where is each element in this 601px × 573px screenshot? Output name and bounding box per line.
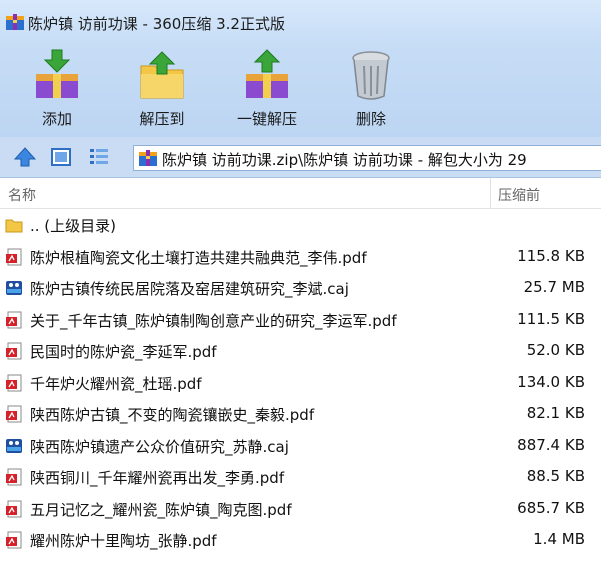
- list-view-icon[interactable]: [88, 146, 110, 168]
- file-name: 陕西陈炉镇遗产公众价值研究_苏静.caj: [30, 437, 289, 456]
- file-size: 25.7 MB: [523, 278, 585, 296]
- pdf-file-icon: [6, 500, 22, 517]
- file-size: 115.8 KB: [517, 246, 585, 265]
- extract-to-button-label: 解压到: [139, 110, 185, 128]
- delete-button[interactable]: 删除: [326, 48, 416, 134]
- path-text: 陈炉镇 访前功课.zip\陈炉镇 访前功课 - 解包大小为 29: [162, 151, 527, 169]
- file-size: 52.0 KB: [526, 341, 585, 359]
- file-name: 陕西铜川_千年耀州瓷再出发_李勇.pdf: [30, 469, 285, 487]
- pdf-file-icon: [6, 468, 22, 486]
- column-divider[interactable]: [490, 178, 491, 208]
- file-name: 陈炉古镇传统民居院落及窑居建筑研究_李斌.caj: [30, 280, 349, 298]
- extract-to-button[interactable]: 解压到: [117, 48, 207, 134]
- file-name: 陈炉根植陶瓷文化土壤打造共建共融典范_李伟.pdf: [30, 248, 367, 267]
- delete-button-label: 删除: [355, 110, 386, 128]
- thumbnail-view-icon[interactable]: [50, 146, 72, 168]
- file-row[interactable]: 民国时的陈炉瓷_李延军.pdf 52.0 KB: [0, 335, 601, 367]
- file-row[interactable]: 五月记忆之_耀州瓷_陈炉镇_陶克图.pdf 685.7 KB: [0, 493, 601, 525]
- window-title: 陈炉镇 访前功课 - 360压缩 3.2正式版: [28, 15, 285, 33]
- archive-app-icon: [6, 14, 24, 30]
- file-row[interactable]: 千年炉火耀州瓷_杜瑶.pdf 134.0 KB: [0, 367, 601, 399]
- file-size: 134.0 KB: [517, 372, 585, 391]
- one-click-extract-button-label: 一键解压: [236, 110, 297, 128]
- pdf-file-icon: [6, 374, 22, 391]
- add-button[interactable]: 添加: [12, 48, 102, 134]
- file-list: .. (上级目录) 陈炉根植陶瓷文化土壤打造共建共融典范_李伟.pdf 115.…: [0, 209, 601, 556]
- column-header: 名称 压缩前: [0, 178, 601, 209]
- file-size: 1.4 MB: [533, 530, 585, 548]
- up-arrow-icon[interactable]: [14, 146, 36, 168]
- file-name: 关于_千年古镇_陈炉镇制陶创意产业的研究_李运军.pdf: [30, 311, 397, 330]
- trash-bin-icon: [352, 51, 390, 100]
- title-bar: 陈炉镇 访前功课 - 360压缩 3.2正式版: [0, 0, 601, 44]
- file-name: 耀州陈炉十里陶坊_张静.pdf: [30, 532, 217, 550]
- file-row[interactable]: 耀州陈炉十里陶坊_张静.pdf 1.4 MB: [0, 524, 601, 556]
- toolbar: 添加 解压到 一键解压 删除: [0, 44, 601, 137]
- folder-icon: [5, 219, 23, 233]
- pdf-file-icon: [6, 405, 22, 423]
- file-size: 685.7 KB: [517, 498, 585, 517]
- file-size: 82.1 KB: [526, 404, 585, 422]
- add-box-icon: [36, 49, 78, 98]
- file-row[interactable]: 陕西陈炉古镇_不变的陶瓷镶嵌史_秦毅.pdf 82.1 KB: [0, 398, 601, 430]
- caj-file-icon: [6, 438, 22, 453]
- file-size: 88.5 KB: [526, 467, 585, 485]
- file-row[interactable]: 陈炉古镇传统民居院落及窑居建筑研究_李斌.caj 25.7 MB: [0, 272, 601, 304]
- file-name: .. (上级目录): [30, 217, 117, 235]
- add-button-label: 添加: [41, 110, 72, 128]
- file-row[interactable]: 陈炉根植陶瓷文化土壤打造共建共融典范_李伟.pdf 115.8 KB: [0, 241, 601, 273]
- pdf-file-icon: [6, 248, 22, 265]
- caj-file-icon: [6, 281, 22, 295]
- column-name-header[interactable]: 名称: [8, 185, 36, 205]
- file-row[interactable]: 陕西陈炉镇遗产公众价值研究_苏静.caj 887.4 KB: [0, 430, 601, 462]
- file-name: 千年炉火耀州瓷_杜瑶.pdf: [30, 374, 202, 393]
- pdf-file-icon: [6, 531, 22, 549]
- one-click-extract-icon: [246, 49, 288, 98]
- file-name: 五月记忆之_耀州瓷_陈炉镇_陶克图.pdf: [30, 500, 292, 519]
- extract-folder-icon: [140, 51, 184, 99]
- pdf-file-icon: [6, 342, 22, 360]
- file-name: 民国时的陈炉瓷_李延军.pdf: [30, 343, 217, 361]
- pdf-file-icon: [6, 311, 22, 328]
- navigation-bar: 陈炉镇 访前功课.zip\陈炉镇 访前功课 - 解包大小为 29: [0, 137, 601, 178]
- column-size-header[interactable]: 压缩前: [498, 185, 540, 205]
- file-size: 887.4 KB: [517, 435, 585, 454]
- one-click-extract-button[interactable]: 一键解压: [222, 48, 312, 134]
- file-row[interactable]: 陕西铜川_千年耀州瓷再出发_李勇.pdf 88.5 KB: [0, 461, 601, 493]
- file-name: 陕西陈炉古镇_不变的陶瓷镶嵌史_秦毅.pdf: [30, 406, 315, 424]
- file-row-parent[interactable]: .. (上级目录): [0, 209, 601, 241]
- archive-path-icon: [139, 150, 157, 166]
- file-row[interactable]: 关于_千年古镇_陈炉镇制陶创意产业的研究_李运军.pdf 111.5 KB: [0, 304, 601, 336]
- file-size: 111.5 KB: [517, 309, 585, 328]
- path-field[interactable]: 陈炉镇 访前功课.zip\陈炉镇 访前功课 - 解包大小为 29: [133, 145, 601, 171]
